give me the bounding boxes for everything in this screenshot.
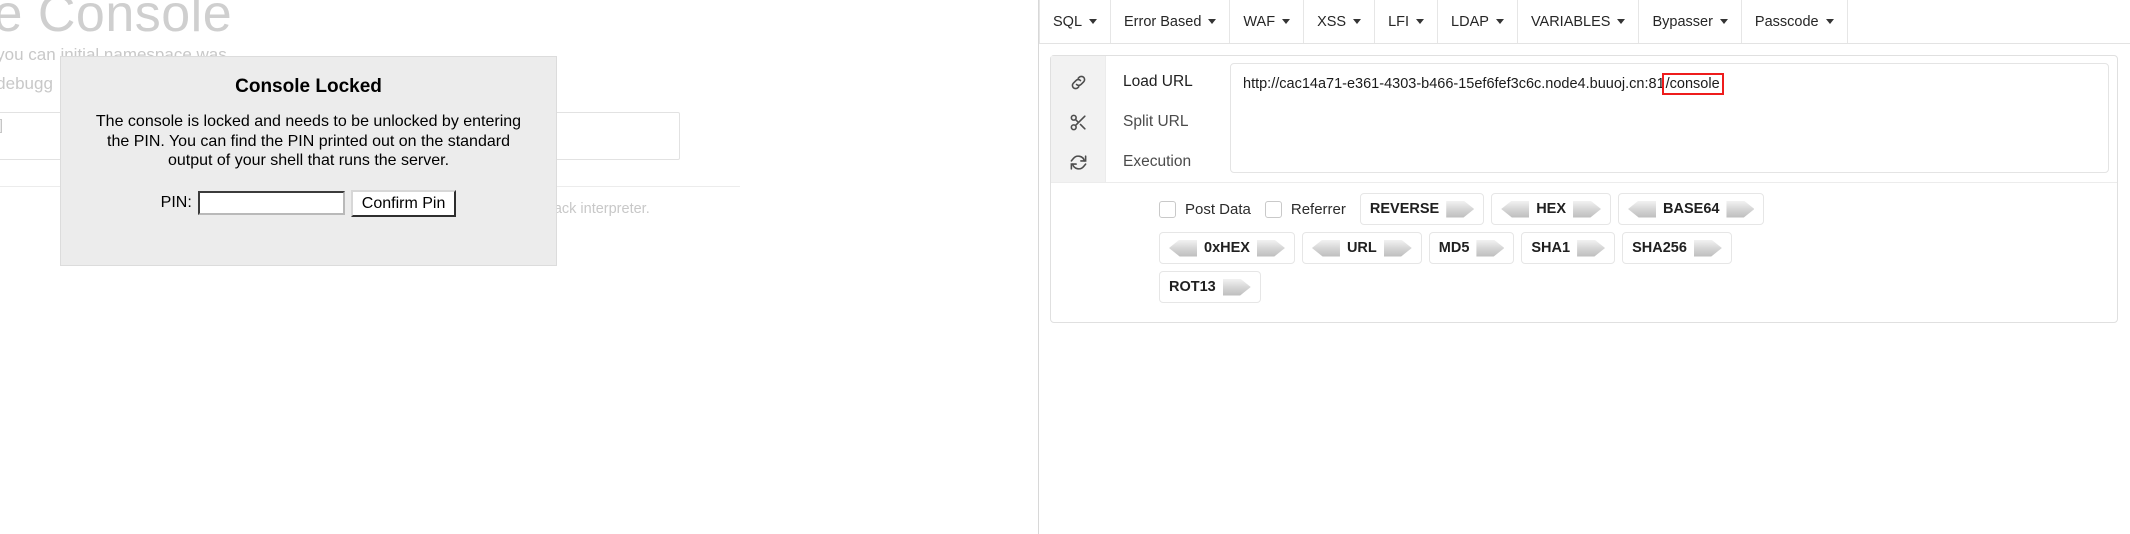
menu-item-passcode[interactable]: Passcode <box>1742 0 1848 43</box>
scissors-icon[interactable] <box>1069 102 1088 142</box>
checkbox-post-data[interactable]: Post Data <box>1159 200 1251 218</box>
encoder-button-sha256[interactable]: SHA256 <box>1622 232 1732 264</box>
action-label-execution[interactable]: Execution <box>1106 142 1230 182</box>
menu-item-lfi[interactable]: LFI <box>1375 0 1439 43</box>
hackbar-label-column: Load URL Split URL Execution <box>1106 56 1230 182</box>
hackbar-url-column: http://cac14a71-e361-4303-b466-15ef6fef3… <box>1230 56 2117 182</box>
console-prompt: dy] <box>0 118 5 135</box>
menu-item-label: WAF <box>1243 13 1276 30</box>
arrow-left-icon[interactable] <box>1311 239 1340 257</box>
action-label-split-url[interactable]: Split URL <box>1106 102 1230 142</box>
menu-item-label: LDAP <box>1451 13 1489 30</box>
encoder-label: 0xHEX <box>1204 240 1250 256</box>
encoder-button-rot13[interactable]: ROT13 <box>1159 271 1261 303</box>
dialog-message: The console is locked and needs to be un… <box>95 113 522 169</box>
dialog-title: Console Locked <box>235 76 382 97</box>
chevron-down-icon <box>1495 19 1504 24</box>
encoder-label: SHA256 <box>1632 240 1687 256</box>
chevron-down-icon <box>1282 19 1291 24</box>
chevron-down-icon <box>1617 19 1626 24</box>
menu-item-ldap[interactable]: LDAP <box>1438 0 1518 43</box>
chevron-down-icon <box>1208 19 1217 24</box>
menu-item-waf[interactable]: WAF <box>1230 0 1305 43</box>
options-row-1: Post Data Referrer REVERSE HEX BASE64 <box>1159 193 2117 225</box>
encoder-button-hex[interactable]: HEX <box>1491 193 1612 225</box>
pane-divider <box>1038 0 1039 534</box>
menu-item-label: Error Based <box>1124 13 1202 30</box>
hackbar-action-area: Load URL Split URL Execution http://cac14a… <box>1051 56 2117 182</box>
encoder-button-url[interactable]: URL <box>1301 232 1422 264</box>
encoder-button-sha1[interactable]: SHA1 <box>1521 232 1616 264</box>
encoder-button-base64[interactable]: BASE64 <box>1618 193 1765 225</box>
arrow-right-icon[interactable] <box>1383 239 1412 257</box>
hackbar-panel: SQL Error Based WAF XSS LFI LDAP VARIABLES Bypa… <box>1039 0 2130 534</box>
arrow-right-icon[interactable] <box>1577 239 1606 257</box>
url-input[interactable]: http://cac14a71-e361-4303-b466-15ef6fef3… <box>1230 63 2109 173</box>
encoder-button-reverse[interactable]: REVERSE <box>1359 193 1485 225</box>
menu-item-sql[interactable]: SQL <box>1039 0 1112 43</box>
confirm-pin-button[interactable]: Confirm Pin <box>350 189 457 217</box>
hackbar-icon-column <box>1051 56 1106 182</box>
encoder-label: BASE64 <box>1663 201 1720 217</box>
chevron-down-icon <box>1089 19 1098 24</box>
menu-item-label: SQL <box>1053 13 1083 30</box>
hackbar-main-card: Load URL Split URL Execution http://cac14a… <box>1050 55 2118 323</box>
refresh-icon[interactable] <box>1069 142 1088 182</box>
menu-item-label: XSS <box>1317 13 1347 30</box>
chevron-down-icon <box>1825 19 1834 24</box>
arrow-right-icon[interactable] <box>1256 239 1285 257</box>
checkbox-label: Post Data <box>1185 200 1251 218</box>
hackbar-options-area: Post Data Referrer REVERSE HEX BASE64 0xHEX U… <box>1051 182 2117 322</box>
checkbox-box[interactable] <box>1159 200 1176 218</box>
encoder-label: ROT13 <box>1169 279 1216 295</box>
arrow-right-icon[interactable] <box>1446 200 1475 218</box>
menu-item-label: Passcode <box>1754 13 1819 30</box>
arrow-right-icon[interactable] <box>1573 200 1602 218</box>
page-title: tive Console <box>0 0 233 43</box>
menu-item-variables[interactable]: VARIABLES <box>1518 0 1640 43</box>
chevron-down-icon <box>1719 19 1728 24</box>
checkbox-box[interactable] <box>1264 200 1282 218</box>
arrow-right-icon[interactable] <box>1726 200 1755 218</box>
pin-input[interactable] <box>197 191 345 215</box>
pin-form: PIN: Confirm Pin <box>61 189 556 217</box>
chevron-down-icon <box>1353 19 1362 24</box>
action-label-load-url[interactable]: Load URL <box>1106 62 1230 102</box>
encoder-label: SHA1 <box>1531 240 1571 256</box>
arrow-right-icon[interactable] <box>1693 239 1722 257</box>
options-row-2: 0xHEX URL MD5 SHA1 SHA256 <box>1159 232 2117 264</box>
console-locked-dialog: Console Locked The console is locked and… <box>60 56 557 266</box>
link-icon[interactable] <box>1069 62 1088 102</box>
menu-item-bypasser[interactable]: Bypasser <box>1639 0 1742 43</box>
arrow-right-icon[interactable] <box>1476 239 1505 257</box>
menu-item-xss[interactable]: XSS <box>1304 0 1376 43</box>
encoder-label: REVERSE <box>1369 201 1440 217</box>
arrow-right-icon[interactable] <box>1222 278 1251 296</box>
options-row-3: ROT13 <box>1159 271 2117 303</box>
menu-item-error-based[interactable]: Error Based <box>1111 0 1231 43</box>
menu-item-label: Bypasser <box>1652 13 1713 30</box>
chevron-down-icon <box>1416 19 1425 24</box>
arrow-left-icon[interactable] <box>1628 200 1657 218</box>
hackbar-menubar: SQL Error Based WAF XSS LFI LDAP VARIABLES Bypa… <box>1039 0 2130 44</box>
encoder-label: MD5 <box>1438 240 1470 256</box>
checkbox-referrer[interactable]: Referrer <box>1264 200 1346 218</box>
menu-item-label: VARIABLES <box>1530 13 1611 30</box>
pin-label: PIN: <box>160 194 192 211</box>
arrow-left-icon[interactable] <box>1169 239 1197 257</box>
url-text-prefix: http://cac14a71-e361-4303-b466-15ef6fef3… <box>1243 76 1665 92</box>
encoder-label: URL <box>1346 240 1377 256</box>
encoder-label: HEX <box>1536 201 1567 217</box>
url-text-highlight: /console <box>1661 73 1724 95</box>
arrow-left-icon[interactable] <box>1501 200 1530 218</box>
menu-item-label: LFI <box>1388 13 1410 30</box>
encoder-button-md5[interactable]: MD5 <box>1428 232 1515 264</box>
screenshot-root: tive Console e you can initial namespace… <box>0 0 2130 534</box>
checkbox-label: Referrer <box>1290 200 1346 218</box>
encoder-button-0xhex[interactable]: 0xHEX <box>1159 232 1295 264</box>
werkzeug-console-page: tive Console e you can initial namespace… <box>0 0 1038 534</box>
